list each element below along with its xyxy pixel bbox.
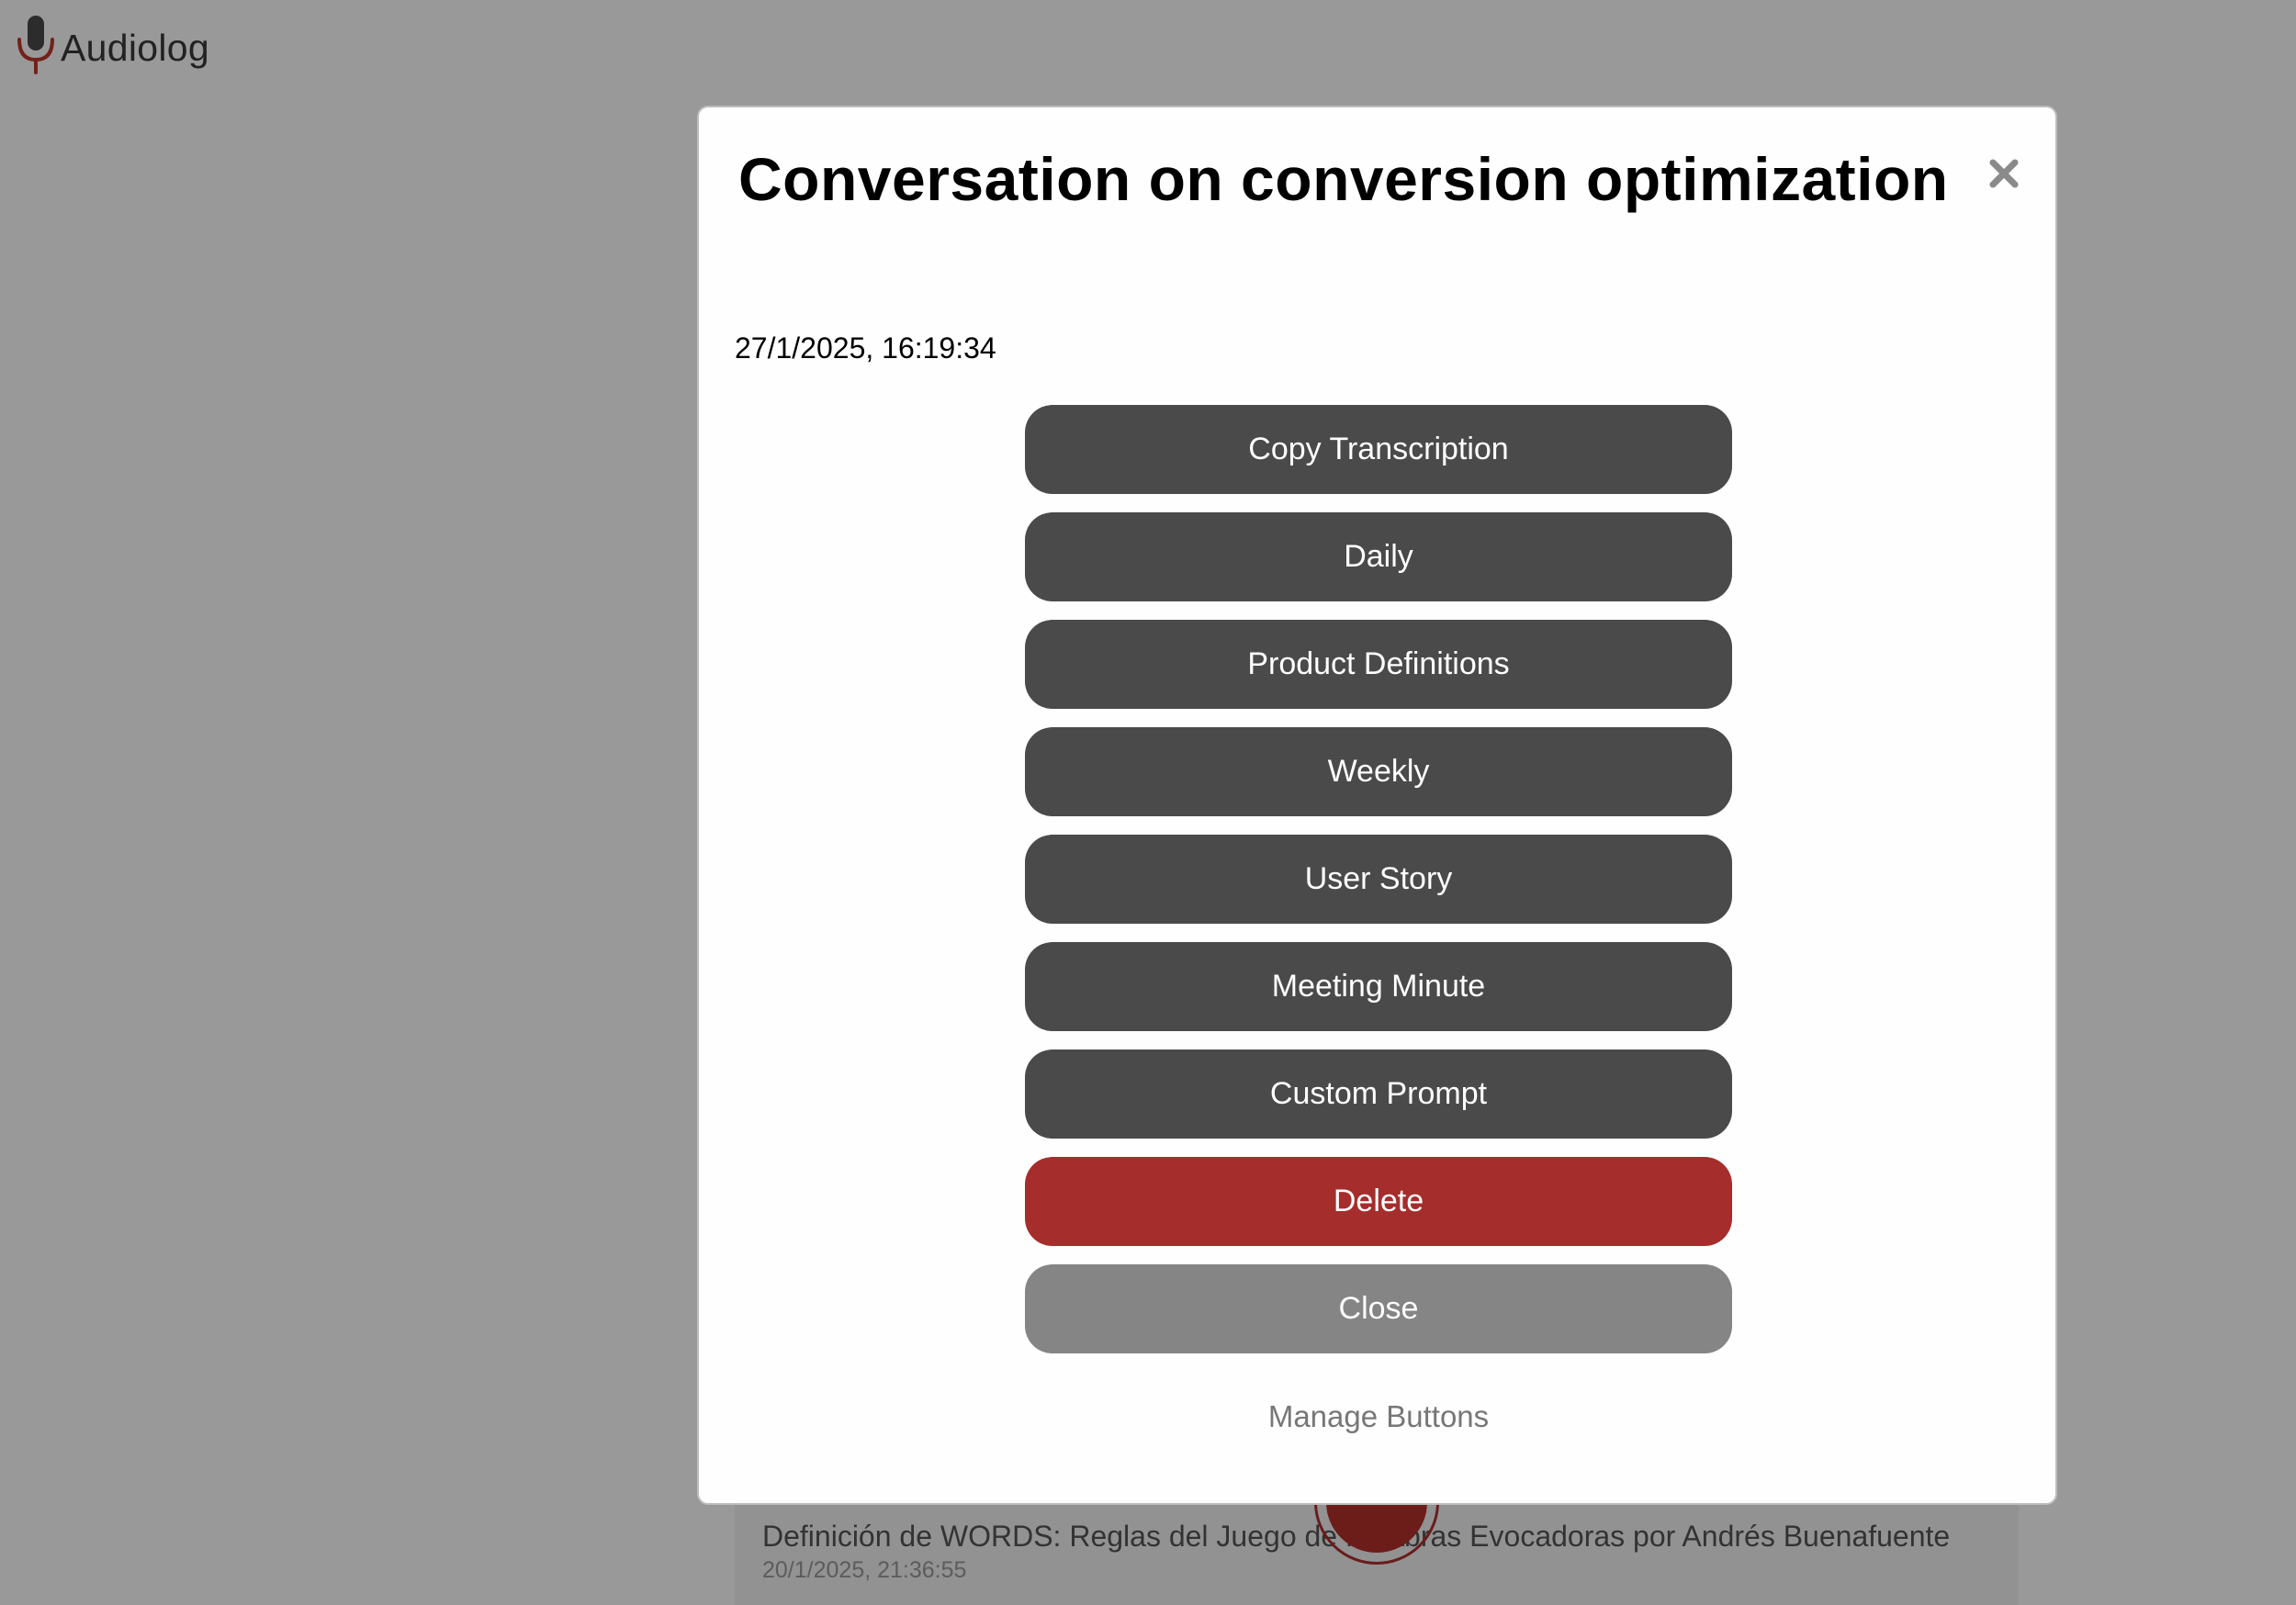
manage-buttons-button[interactable]: Manage Buttons bbox=[1025, 1372, 1732, 1461]
delete-button[interactable]: Delete bbox=[1025, 1157, 1732, 1246]
action-button-list: Copy Transcription Daily Product Definit… bbox=[1025, 405, 1732, 1479]
weekly-button[interactable]: Weekly bbox=[1025, 727, 1732, 816]
app-root: Audiolog Definición de WORDS: Reglas del… bbox=[0, 0, 2296, 1605]
daily-button[interactable]: Daily bbox=[1025, 512, 1732, 601]
copy-transcription-button[interactable]: Copy Transcription bbox=[1025, 405, 1732, 494]
custom-prompt-button[interactable]: Custom Prompt bbox=[1025, 1049, 1732, 1139]
close-icon bbox=[1989, 159, 2019, 188]
modal-close-button[interactable] bbox=[1986, 155, 2022, 192]
product-definitions-button[interactable]: Product Definitions bbox=[1025, 620, 1732, 709]
modal-title: Conversation on conversion optimization bbox=[738, 145, 1949, 213]
meeting-minute-button[interactable]: Meeting Minute bbox=[1025, 942, 1732, 1031]
recording-options-modal: Conversation on conversion optimization … bbox=[697, 106, 2057, 1505]
close-button[interactable]: Close bbox=[1025, 1264, 1732, 1353]
recording-timestamp: 27/1/2025, 16:19:34 bbox=[735, 331, 996, 365]
user-story-button[interactable]: User Story bbox=[1025, 835, 1732, 924]
